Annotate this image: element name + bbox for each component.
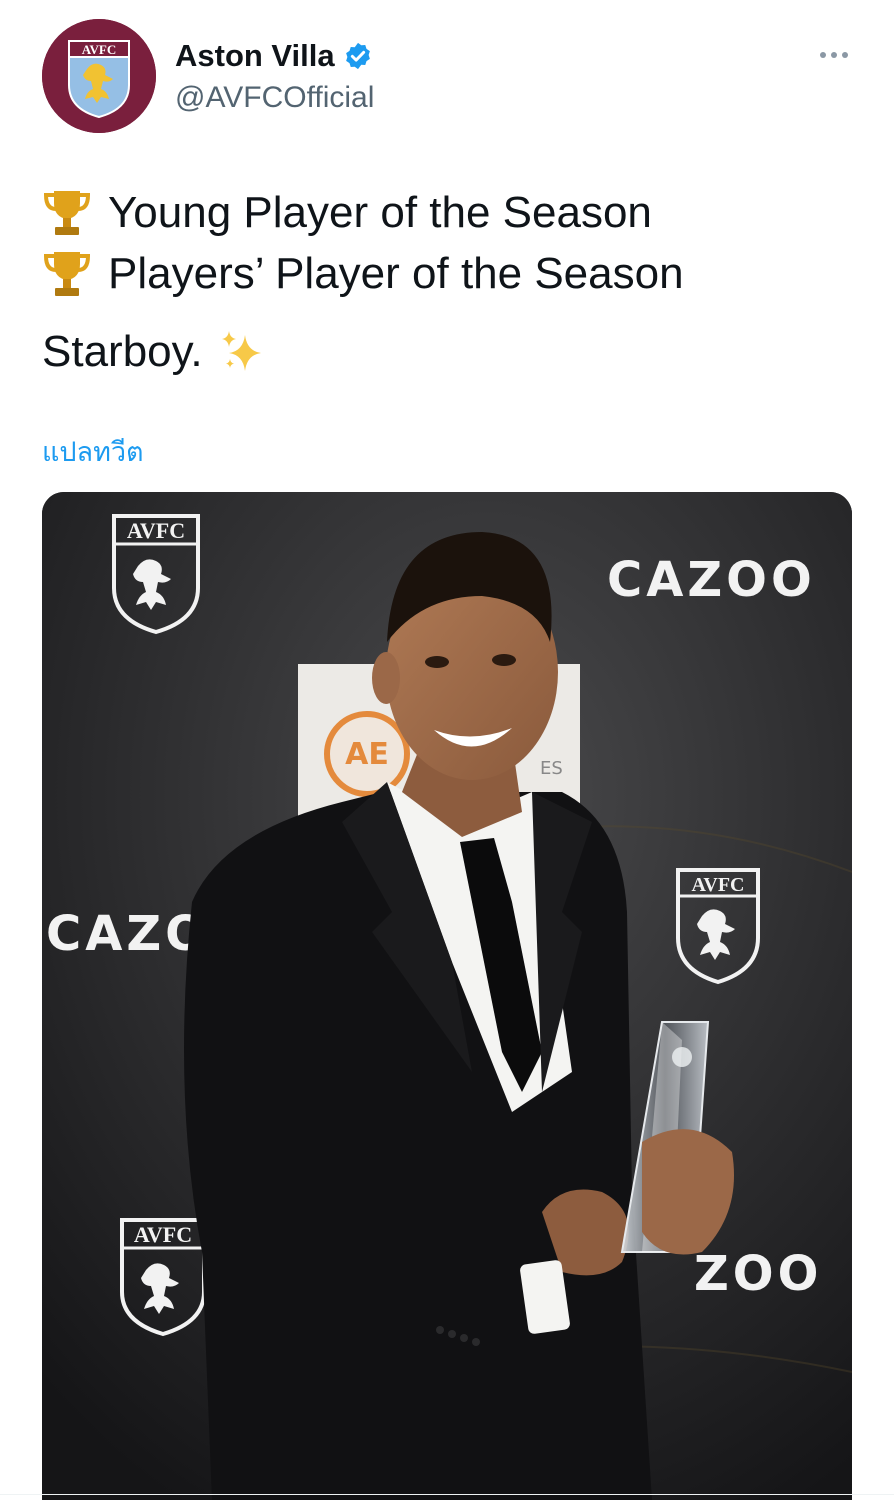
board-side-text: ES — [540, 758, 563, 779]
avatar-crest-text: AVFC — [82, 42, 116, 57]
backdrop-crest-text: AVFC — [127, 518, 185, 543]
board-logo-text: AE — [345, 737, 389, 772]
tweet-page: AVFC Aston Villa @AVFCOfficial Young Pla… — [0, 0, 894, 1500]
sponsor-text-left: CAZO — [46, 906, 210, 962]
sponsor-text-top: CAZOO — [607, 552, 816, 608]
author-handle[interactable]: @AVFCOfficial — [175, 78, 374, 118]
tweet-line-2: Players’ Player of the Season — [42, 244, 684, 304]
verified-badge-icon — [345, 42, 370, 70]
translate-tweet-link[interactable]: แปลทวีต — [42, 432, 144, 472]
author-line[interactable]: Aston Villa — [175, 36, 373, 76]
sparkles-icon — [221, 331, 261, 371]
tweet-closing-line: Starboy. — [42, 322, 265, 382]
avatar[interactable]: AVFC — [42, 19, 156, 133]
club-crest-icon: AVFC — [42, 19, 156, 133]
divider — [0, 1494, 894, 1495]
backdrop-crest-text: AVFC — [692, 874, 745, 896]
trophy-icon — [43, 191, 91, 235]
display-name[interactable]: Aston Villa — [175, 36, 335, 76]
sponsor-text-bottom: ZOO — [694, 1246, 822, 1302]
tweet-line-1: Young Player of the Season — [42, 183, 652, 243]
tweet-line-1-text: Young Player of the Season — [108, 188, 652, 237]
trophy-icon — [43, 252, 91, 296]
backdrop-crest-text: AVFC — [134, 1222, 192, 1247]
tweet-line-2-text: Players’ Player of the Season — [108, 249, 684, 298]
tweet-closing-text: Starboy. — [42, 327, 203, 376]
award-photo: AVFC CAZOO AE ES CAZO AVFC AVFC ZOO — [42, 492, 852, 1500]
tweet-photo[interactable]: AVFC CAZOO AE ES CAZO AVFC AVFC ZOO — [42, 492, 852, 1500]
more-options-icon[interactable] — [814, 40, 854, 70]
